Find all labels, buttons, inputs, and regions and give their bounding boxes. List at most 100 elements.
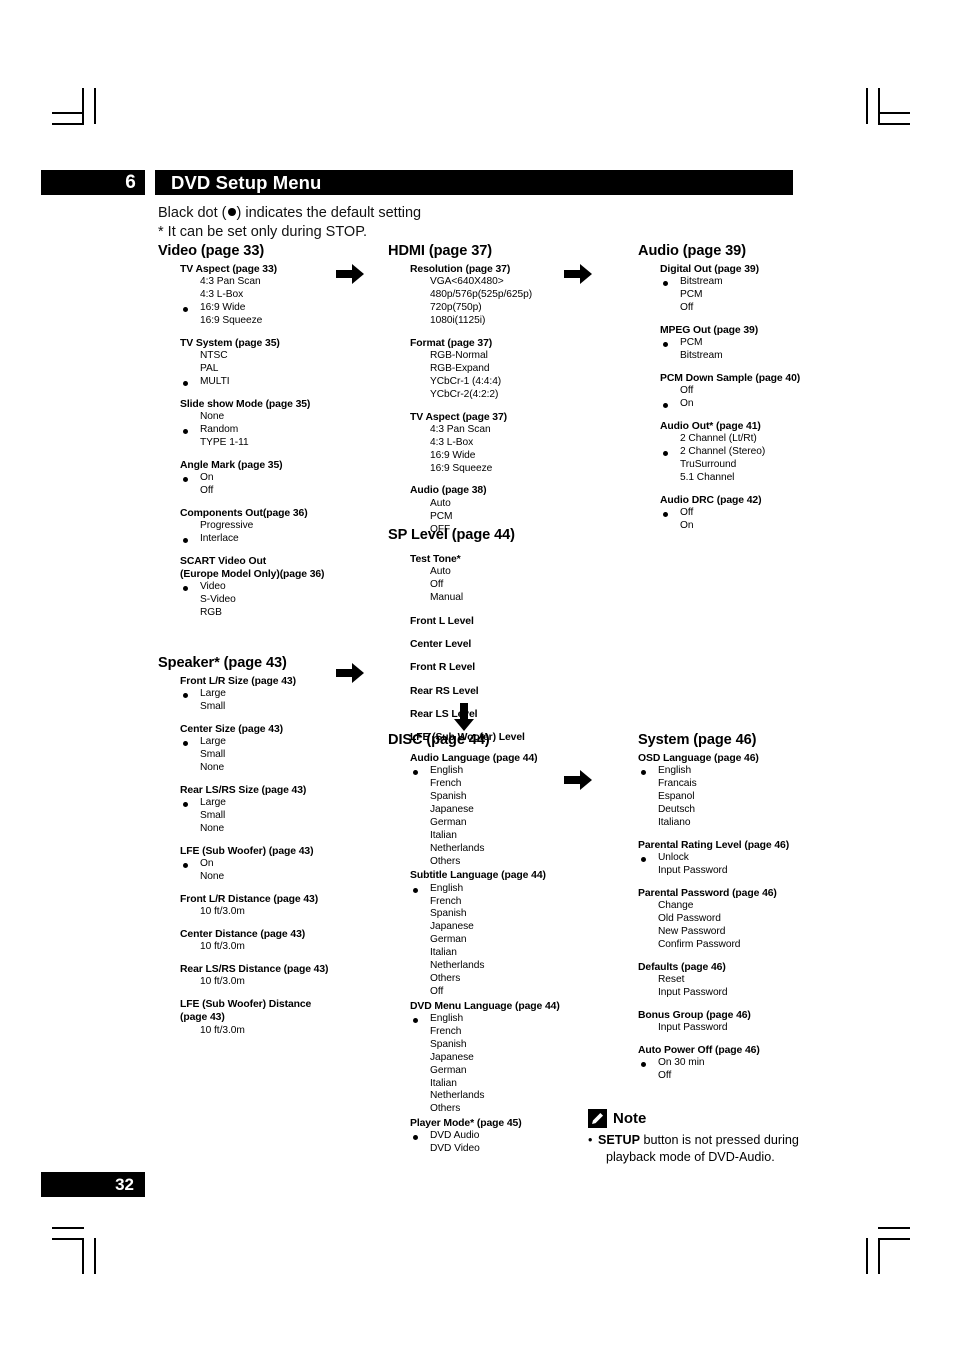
setting-option[interactable]: Off — [660, 302, 800, 315]
setting-option[interactable]: 10 ft/3.0m — [180, 1025, 328, 1038]
setting-option[interactable]: 720p(750p) — [410, 302, 532, 315]
setting-option[interactable]: 16:9 Wide — [410, 450, 532, 463]
setting-option[interactable]: PAL — [180, 363, 324, 376]
setting-option[interactable]: S-Video — [180, 594, 324, 607]
setting-option[interactable]: PCM — [410, 511, 532, 524]
setting-option-default[interactable]: DVD Audio — [410, 1130, 560, 1143]
setting-option[interactable]: PCM — [660, 289, 800, 302]
setting-option[interactable]: Others — [410, 973, 560, 986]
setting-option-default[interactable]: PCM — [660, 337, 800, 350]
setting-option[interactable]: Off — [410, 579, 525, 592]
setting-option[interactable]: Spanish — [410, 908, 560, 921]
setting-option[interactable]: None — [180, 871, 328, 884]
setting-option[interactable]: Off — [660, 385, 800, 398]
setting-option[interactable]: Reset — [638, 974, 789, 987]
setting-option[interactable]: Italian — [410, 1078, 560, 1091]
setting-option[interactable]: None — [180, 411, 324, 424]
setting-option[interactable]: 4:3 L-Box — [410, 437, 532, 450]
setting-option[interactable]: German — [410, 1065, 560, 1078]
setting-option[interactable]: 480p/576p(525p/625p) — [410, 289, 532, 302]
setting-option[interactable]: Deutsch — [638, 804, 789, 817]
setting-option[interactable]: Confirm Password — [638, 939, 789, 952]
setting-option[interactable]: Espanol — [638, 791, 789, 804]
setting-option[interactable]: 5.1 Channel — [660, 472, 800, 485]
setting-option[interactable]: Auto — [410, 566, 525, 579]
setting-option[interactable]: Off — [410, 986, 560, 999]
setting-option[interactable]: Others — [410, 1103, 560, 1116]
setting-option[interactable]: Others — [410, 856, 560, 869]
setting-option[interactable]: Netherlands — [410, 1090, 560, 1103]
setting-option[interactable]: French — [410, 778, 560, 791]
setting-option[interactable]: 2 Channel (Lt/Rt) — [660, 433, 800, 446]
setting-option-default[interactable]: On — [180, 472, 324, 485]
setting-option[interactable]: Small — [180, 701, 328, 714]
setting-option[interactable]: Input Password — [638, 865, 789, 878]
setting-option[interactable]: Italian — [410, 947, 560, 960]
setting-option[interactable]: TruSurround — [660, 459, 800, 472]
setting-option[interactable]: NTSC — [180, 350, 324, 363]
setting-option[interactable]: Italian — [410, 830, 560, 843]
setting-option[interactable]: Bitstream — [660, 350, 800, 363]
setting-option-default[interactable]: Large — [180, 797, 328, 810]
setting-option[interactable]: French — [410, 1026, 560, 1039]
setting-option[interactable]: Old Password — [638, 913, 789, 926]
setting-option-default[interactable]: MULTI — [180, 376, 324, 389]
setting-option[interactable]: 10 ft/3.0m — [180, 906, 328, 919]
setting-option[interactable]: Spanish — [410, 791, 560, 804]
setting-option[interactable]: RGB-Expand — [410, 363, 532, 376]
setting-option[interactable]: 1080i(1125i) — [410, 315, 532, 328]
setting-option-default[interactable]: Off — [660, 507, 800, 520]
setting-option[interactable]: 4:3 L-Box — [180, 289, 324, 302]
setting-option[interactable]: Netherlands — [410, 960, 560, 973]
setting-option[interactable]: Francais — [638, 778, 789, 791]
setting-option[interactable]: Small — [180, 749, 328, 762]
setting-option-default[interactable]: On 30 min — [638, 1057, 789, 1070]
setting-option[interactable]: 10 ft/3.0m — [180, 976, 328, 989]
setting-option[interactable]: DVD Video — [410, 1143, 560, 1156]
setting-option-default[interactable]: Large — [180, 688, 328, 701]
setting-option[interactable]: On — [660, 520, 800, 533]
setting-option[interactable]: YCbCr-2(4:2:2) — [410, 389, 532, 402]
setting-option[interactable]: 16:9 Squeeze — [410, 463, 532, 476]
setting-option[interactable]: 16:9 Squeeze — [180, 315, 324, 328]
setting-option-default[interactable]: 2 Channel (Stereo) — [660, 446, 800, 459]
setting-option[interactable]: 4:3 Pan Scan — [180, 276, 324, 289]
setting-option[interactable]: Progressive — [180, 520, 324, 533]
setting-option-default[interactable]: English — [410, 765, 560, 778]
setting-option[interactable]: Off — [180, 485, 324, 498]
setting-option[interactable]: Netherlands — [410, 843, 560, 856]
setting-option[interactable]: Input Password — [638, 987, 789, 1000]
setting-option[interactable]: Italiano — [638, 817, 789, 830]
setting-option[interactable]: New Password — [638, 926, 789, 939]
setting-option[interactable]: None — [180, 762, 328, 775]
setting-option[interactable]: Change — [638, 900, 789, 913]
setting-option-default[interactable]: Large — [180, 736, 328, 749]
setting-option[interactable]: YCbCr-1 (4:4:4) — [410, 376, 532, 389]
setting-option[interactable]: 4:3 Pan Scan — [410, 424, 532, 437]
setting-option[interactable]: Off — [638, 1070, 789, 1083]
setting-option-default[interactable]: Unlock — [638, 852, 789, 865]
setting-option-default[interactable]: Video — [180, 581, 324, 594]
setting-option[interactable]: TYPE 1-11 — [180, 437, 324, 450]
setting-option-default[interactable]: On — [660, 398, 800, 411]
setting-option-default[interactable]: Bitstream — [660, 276, 800, 289]
setting-option[interactable]: Small — [180, 810, 328, 823]
setting-option[interactable]: German — [410, 934, 560, 947]
setting-option[interactable]: Japanese — [410, 1052, 560, 1065]
setting-option-default[interactable]: English — [410, 883, 560, 896]
setting-option-default[interactable]: 16:9 Wide — [180, 302, 324, 315]
setting-option[interactable]: Spanish — [410, 1039, 560, 1052]
setting-option[interactable]: Japanese — [410, 804, 560, 817]
setting-option[interactable]: VGA<640X480> — [410, 276, 532, 289]
setting-option[interactable]: Manual — [410, 592, 525, 605]
setting-option[interactable]: 10 ft/3.0m — [180, 941, 328, 954]
setting-option[interactable]: Japanese — [410, 921, 560, 934]
setting-option[interactable]: French — [410, 896, 560, 909]
setting-option[interactable]: None — [180, 823, 328, 836]
setting-option[interactable]: RGB-Normal — [410, 350, 532, 363]
setting-option-default[interactable]: Random — [180, 424, 324, 437]
setting-option[interactable]: Input Password — [638, 1022, 789, 1035]
setting-option[interactable]: RGB — [180, 607, 324, 620]
setting-option-default[interactable]: On — [180, 858, 328, 871]
setting-option-default[interactable]: English — [638, 765, 789, 778]
